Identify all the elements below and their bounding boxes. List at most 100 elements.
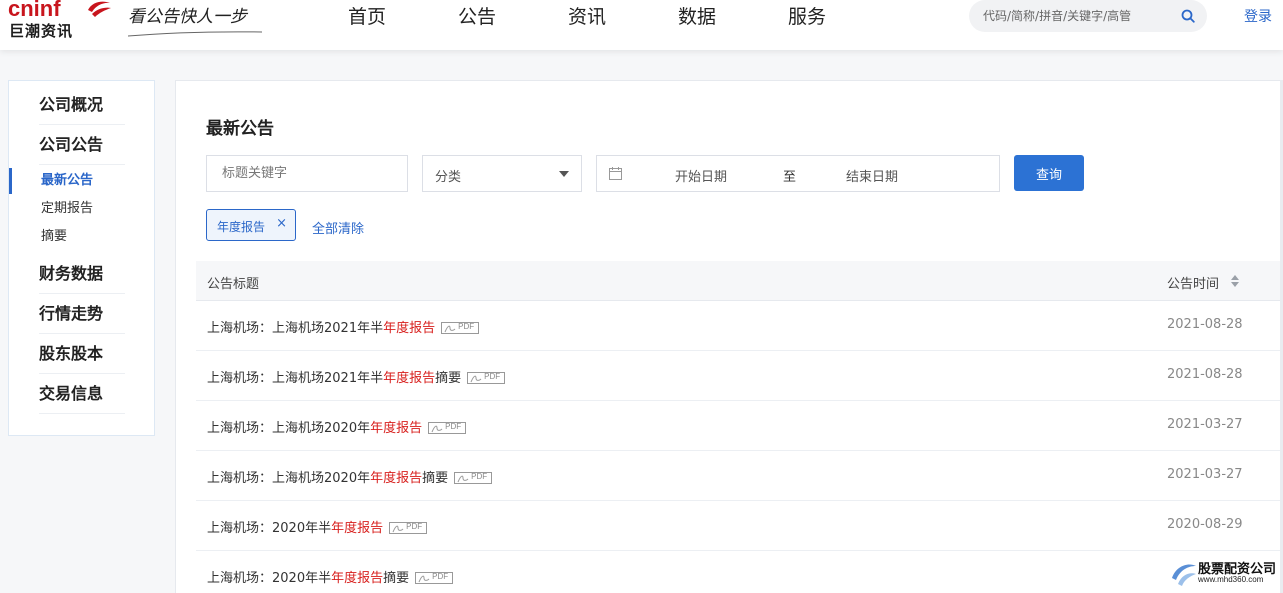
pdf-icon[interactable]: PDF bbox=[415, 571, 454, 584]
announcement-date: 2021-03-27 bbox=[1167, 467, 1243, 482]
close-icon[interactable]: × bbox=[276, 216, 287, 231]
title-prefix: 上海机场：上海机场2021年半 bbox=[207, 371, 384, 386]
pdf-label: PDF bbox=[445, 421, 462, 431]
sidebar-item-trading-info[interactable]: 交易信息 bbox=[39, 374, 125, 414]
title-suffix: 摘要 bbox=[422, 471, 449, 486]
table-row[interactable]: 上海机场：上海机场2021年半年度报告摘要 PDF 2021-08-28 bbox=[196, 351, 1283, 401]
sidebar-item-shareholders[interactable]: 股东股本 bbox=[39, 334, 125, 374]
announcement-date: 2021-08-28 bbox=[1167, 317, 1243, 332]
cninfo-logo[interactable]: cninf 巨潮资讯 bbox=[6, 0, 111, 42]
pdf-icon[interactable]: PDF bbox=[454, 471, 493, 484]
logo-chinese-name: 巨潮资讯 bbox=[9, 22, 74, 40]
login-link[interactable]: 登录 bbox=[1244, 6, 1272, 26]
announcement-date: 2021-03-27 bbox=[1167, 417, 1243, 432]
pdf-icon[interactable]: PDF bbox=[467, 371, 506, 384]
slogan-underline-icon bbox=[128, 31, 263, 37]
title-highlight: 年度报告 bbox=[383, 371, 436, 386]
logo-swoosh-icon bbox=[88, 1, 111, 17]
keyword-input[interactable] bbox=[206, 155, 408, 192]
title-suffix: 摘要 bbox=[383, 571, 410, 586]
watermark: 股票配资公司 www.mhd360.com bbox=[1166, 556, 1283, 593]
title-highlight: 年度报告 bbox=[383, 321, 436, 336]
pdf-label: PDF bbox=[432, 571, 449, 581]
logo-wordmark: cninf bbox=[8, 0, 61, 21]
title-suffix: 摘要 bbox=[435, 371, 462, 386]
pdf-symbol-icon bbox=[470, 375, 482, 382]
main-nav: 首页 公告 资讯 数据 服务 bbox=[312, 0, 862, 34]
calendar-icon bbox=[609, 167, 622, 180]
title-highlight: 年度报告 bbox=[370, 471, 423, 486]
sidebar-subitem-summary[interactable]: 摘要 bbox=[41, 223, 67, 251]
category-select-label: 分类 bbox=[435, 170, 462, 185]
pdf-symbol-icon bbox=[392, 525, 404, 532]
table-row[interactable]: 上海机场：2020年半年度报告摘要 PDF bbox=[196, 551, 1283, 593]
clear-all-link[interactable]: 全部清除 bbox=[312, 218, 364, 237]
date-range-picker[interactable]: 开始日期 至 结束日期 bbox=[596, 155, 1000, 192]
category-select[interactable]: 分类 bbox=[422, 155, 582, 192]
table-row[interactable]: 上海机场：上海机场2020年年度报告摘要 PDF 2021-03-27 bbox=[196, 451, 1283, 501]
pdf-icon[interactable]: PDF bbox=[389, 521, 428, 534]
announcement-title-link[interactable]: 上海机场：2020年半年度报告 PDF bbox=[207, 517, 428, 536]
sidebar-subitem-periodic[interactable]: 定期报告 bbox=[41, 195, 93, 223]
sidebar-subitem-latest[interactable]: 最新公告 bbox=[41, 167, 93, 195]
company-sidebar: 公司概况 公司公告 最新公告 定期报告 摘要 财务数据 行情走势 股东股本 交易… bbox=[8, 80, 155, 436]
table-row[interactable]: 上海机场：上海机场2021年半年度报告 PDF 2021-08-28 bbox=[196, 301, 1283, 351]
filter-tag-label: 年度报告 bbox=[217, 220, 266, 234]
title-highlight: 年度报告 bbox=[331, 571, 384, 586]
search-icon[interactable] bbox=[1181, 9, 1195, 23]
date-start-field[interactable]: 开始日期 bbox=[675, 166, 727, 185]
date-end-field[interactable]: 结束日期 bbox=[846, 166, 898, 185]
active-indicator bbox=[9, 168, 12, 194]
caret-down-icon bbox=[559, 171, 569, 177]
slogan-text: 看公告快人一步 bbox=[128, 7, 247, 27]
title-prefix: 上海机场：2020年半 bbox=[207, 571, 332, 586]
title-prefix: 上海机场：上海机场2020年 bbox=[207, 471, 371, 486]
column-header-title: 公告标题 bbox=[207, 277, 260, 292]
nav-item-announcements[interactable]: 公告 bbox=[422, 0, 532, 34]
nav-item-data[interactable]: 数据 bbox=[642, 0, 752, 34]
title-prefix: 上海机场：2020年半 bbox=[207, 521, 332, 536]
sidebar-item-company-announcements[interactable]: 公司公告 bbox=[39, 125, 125, 165]
pdf-label: PDF bbox=[406, 521, 423, 531]
pdf-symbol-icon bbox=[444, 325, 456, 332]
nav-item-news[interactable]: 资讯 bbox=[532, 0, 642, 34]
top-header: cninf 巨潮资讯 看公告快人一步 首页 公告 资讯 数据 服务 登录 bbox=[0, 0, 1283, 50]
date-separator: 至 bbox=[783, 170, 797, 185]
nav-item-services[interactable]: 服务 bbox=[752, 0, 862, 34]
pdf-label: PDF bbox=[484, 371, 501, 381]
announcement-date: 2020-08-29 bbox=[1167, 517, 1243, 532]
title-highlight: 年度报告 bbox=[370, 421, 423, 436]
announcement-title-link[interactable]: 上海机场：上海机场2021年半年度报告摘要 PDF bbox=[207, 367, 506, 386]
pdf-label: PDF bbox=[458, 321, 475, 331]
nav-item-home[interactable]: 首页 bbox=[312, 0, 422, 34]
announcement-title-link[interactable]: 上海机场：上海机场2020年年度报告 PDF bbox=[207, 417, 467, 436]
sidebar-item-market-trend[interactable]: 行情走势 bbox=[39, 294, 125, 334]
pdf-symbol-icon bbox=[431, 425, 443, 432]
column-header-time[interactable]: 公告时间 bbox=[1167, 273, 1219, 292]
sidebar-item-company-overview[interactable]: 公司概况 bbox=[39, 85, 125, 125]
header-search bbox=[969, 0, 1207, 32]
sort-icon[interactable] bbox=[1230, 274, 1240, 288]
pdf-icon[interactable]: PDF bbox=[441, 321, 480, 334]
filter-tag-annual-report[interactable]: 年度报告 × bbox=[206, 209, 296, 241]
slogan: 看公告快人一步 bbox=[128, 0, 268, 40]
title-prefix: 上海机场：上海机场2020年 bbox=[207, 421, 371, 436]
pdf-symbol-icon bbox=[418, 575, 430, 582]
pdf-icon[interactable]: PDF bbox=[428, 421, 467, 434]
table-header: 公告标题 公告时间 bbox=[196, 261, 1283, 301]
watermark-logo-icon bbox=[1172, 564, 1196, 586]
pdf-label: PDF bbox=[471, 471, 488, 481]
announcement-title-link[interactable]: 上海机场：2020年半年度报告摘要 PDF bbox=[207, 567, 454, 586]
query-button[interactable]: 查询 bbox=[1014, 155, 1084, 191]
title-prefix: 上海机场：上海机场2021年半 bbox=[207, 321, 384, 336]
search-input[interactable] bbox=[983, 6, 1173, 26]
announcement-date: 2021-08-28 bbox=[1167, 367, 1243, 382]
table-row[interactable]: 上海机场：上海机场2020年年度报告 PDF 2021-03-27 bbox=[196, 401, 1283, 451]
watermark-url: www.mhd360.com bbox=[1198, 575, 1264, 584]
table-row[interactable]: 上海机场：2020年半年度报告 PDF 2020-08-29 bbox=[196, 501, 1283, 551]
announcement-title-link[interactable]: 上海机场：上海机场2021年半年度报告 PDF bbox=[207, 317, 480, 336]
announcement-title-link[interactable]: 上海机场：上海机场2020年年度报告摘要 PDF bbox=[207, 467, 493, 486]
page-title: 最新公告 bbox=[206, 119, 274, 139]
sidebar-item-financial-data[interactable]: 财务数据 bbox=[39, 254, 125, 294]
title-highlight: 年度报告 bbox=[331, 521, 384, 536]
